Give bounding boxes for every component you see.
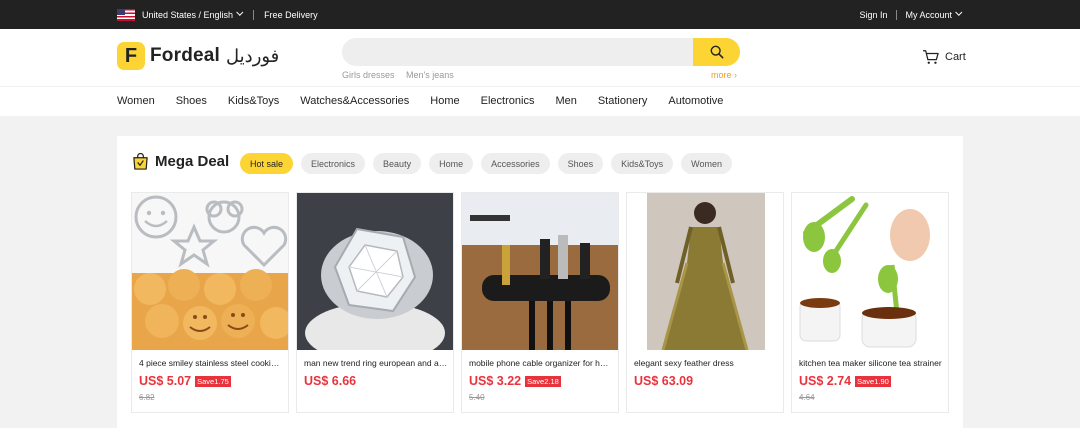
- chip-hot-sale[interactable]: Hot sale: [240, 153, 294, 174]
- nav-item-watches-accessories[interactable]: Watches&Accessories: [300, 95, 409, 107]
- chip-women[interactable]: Women: [681, 153, 733, 174]
- product-image[interactable]: [792, 193, 948, 350]
- mega-deal-panel: Mega Deal Hot sale Electronics Beauty Ho…: [117, 136, 963, 428]
- product-image[interactable]: [297, 193, 453, 350]
- product-price: US$ 5.07: [139, 374, 192, 388]
- nav-item-women[interactable]: Women: [117, 95, 155, 107]
- cart-label: Cart: [945, 51, 966, 63]
- original-price: 5.40: [469, 393, 485, 402]
- product-price: US$ 2.74: [799, 374, 852, 388]
- product-card[interactable]: kitchen tea maker silicone tea strainer …: [791, 192, 949, 413]
- product-price: US$ 3.22: [469, 374, 522, 388]
- top-bar: United States / English Free Delivery Si…: [0, 0, 1080, 29]
- divider: [896, 9, 898, 20]
- region-selector[interactable]: United States / English: [142, 10, 233, 20]
- product-card[interactable]: 4 piece smiley stainless steel cookie cu…: [131, 192, 289, 413]
- product-card[interactable]: man new trend ring european and american…: [296, 192, 454, 413]
- my-account-menu[interactable]: My Account: [905, 10, 952, 20]
- chip-electronics[interactable]: Electronics: [301, 153, 366, 174]
- chevron-down-icon[interactable]: [236, 8, 244, 16]
- save-badge: Save2.18: [525, 375, 561, 387]
- nav-item-home[interactable]: Home: [430, 95, 459, 107]
- logo-badge: F: [117, 42, 145, 70]
- product-image[interactable]: [132, 193, 288, 350]
- search-hint[interactable]: Men's jeans: [406, 70, 454, 80]
- category-chips: Hot sale Electronics Beauty Home Accesso…: [240, 153, 740, 174]
- category-nav: Women Shoes Kids&Toys Watches&Accessorie…: [0, 86, 1080, 116]
- nav-item-electronics[interactable]: Electronics: [481, 95, 535, 107]
- save-badge: Save1.90: [855, 375, 891, 387]
- chip-shoes[interactable]: Shoes: [557, 153, 604, 174]
- chip-home[interactable]: Home: [429, 153, 474, 174]
- product-price: US$ 63.09: [634, 374, 694, 388]
- save-badge: Save1.75: [195, 375, 231, 387]
- nav-item-stationery[interactable]: Stationery: [598, 95, 648, 107]
- shopping-bag-icon: [133, 153, 148, 170]
- nav-item-automotive[interactable]: Automotive: [668, 95, 723, 107]
- search-button[interactable]: [693, 38, 740, 66]
- nav-item-shoes[interactable]: Shoes: [176, 95, 207, 107]
- divider: [253, 9, 255, 20]
- product-list: 4 piece smiley stainless steel cookie cu…: [131, 192, 956, 413]
- sign-in-link[interactable]: Sign In: [859, 10, 887, 20]
- us-flag-icon: [117, 8, 135, 21]
- logo[interactable]: F Fordeal فورديل: [117, 42, 279, 70]
- product-name[interactable]: elegant sexy feather dress: [634, 358, 778, 368]
- search-icon: [710, 45, 723, 59]
- original-price: 6.82: [139, 393, 155, 402]
- product-name[interactable]: 4 piece smiley stainless steel cookie cu…: [139, 358, 283, 368]
- chip-beauty[interactable]: Beauty: [373, 153, 422, 174]
- product-price: US$ 6.66: [304, 374, 357, 388]
- cart-button[interactable]: Cart: [922, 49, 966, 65]
- product-image[interactable]: [627, 193, 783, 350]
- search-hint[interactable]: Girls dresses: [342, 70, 395, 80]
- search-input[interactable]: [342, 38, 740, 66]
- original-price: 4.64: [799, 393, 815, 402]
- nav-item-kids-toys[interactable]: Kids&Toys: [228, 95, 279, 107]
- free-delivery-text: Free Delivery: [264, 9, 318, 20]
- product-name[interactable]: mobile phone cable organizer for home: [469, 358, 613, 368]
- product-image[interactable]: [462, 193, 618, 350]
- chevron-down-icon[interactable]: [955, 8, 963, 16]
- product-card[interactable]: mobile phone cable organizer for home US…: [461, 192, 619, 413]
- product-card[interactable]: elegant sexy feather dress US$ 63.09: [626, 192, 784, 413]
- chip-kids-toys[interactable]: Kids&Toys: [611, 153, 674, 174]
- nav-item-men[interactable]: Men: [555, 95, 576, 107]
- chip-accessories[interactable]: Accessories: [481, 153, 550, 174]
- search-hints: Girls dresses Men's jeans: [342, 70, 463, 80]
- section-title: Mega Deal: [155, 153, 230, 170]
- product-name[interactable]: kitchen tea maker silicone tea strainer: [799, 358, 943, 368]
- more-link[interactable]: more ›: [711, 70, 737, 80]
- logo-arabic-text: فورديل: [226, 45, 280, 66]
- logo-text: Fordeal: [150, 45, 221, 66]
- header: F Fordeal فورديل Girls dresses Men's jea…: [0, 29, 1080, 86]
- cart-icon: [923, 50, 939, 64]
- product-name[interactable]: man new trend ring european and american: [304, 358, 448, 368]
